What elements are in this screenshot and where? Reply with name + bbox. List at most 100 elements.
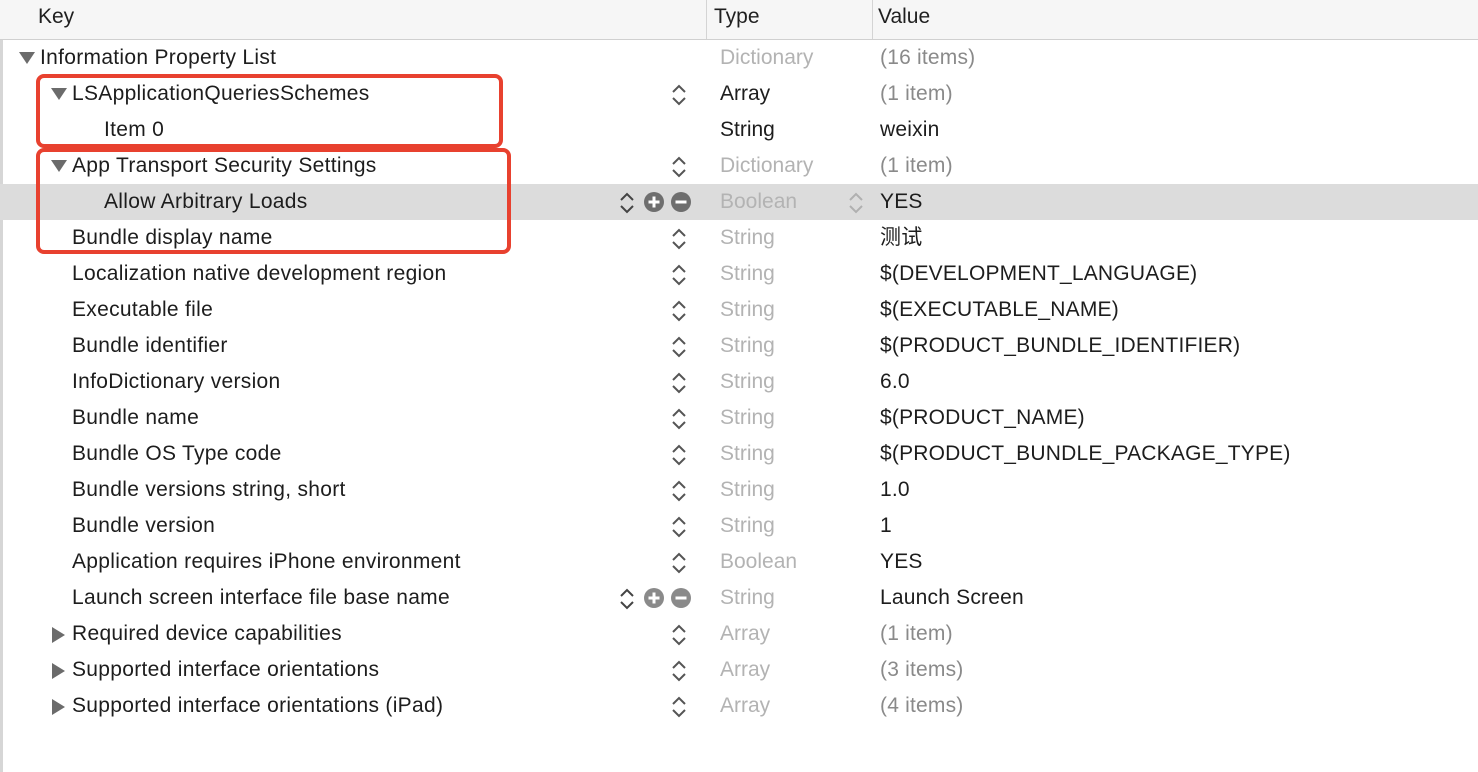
type-stepper-icon[interactable] xyxy=(671,479,687,503)
table-row[interactable]: Launch screen interface file base name S… xyxy=(0,580,1478,616)
type-stepper-icon[interactable] xyxy=(671,335,687,359)
table-row[interactable]: InfoDictionary version String 6.0 xyxy=(0,364,1478,400)
table-row[interactable]: LSApplicationQueriesSchemes Array (1 ite… xyxy=(0,76,1478,112)
row-type[interactable]: String xyxy=(720,112,775,148)
row-value[interactable]: 测试 xyxy=(880,220,922,256)
row-key[interactable]: InfoDictionary version xyxy=(72,364,281,400)
row-type: Boolean xyxy=(720,550,798,573)
type-stepper-icon[interactable] xyxy=(671,299,687,323)
property-list: Information Property List Dictionary (16… xyxy=(0,40,1478,724)
row-key[interactable]: Information Property List xyxy=(40,40,276,76)
type-stepper-icon[interactable] xyxy=(671,551,687,575)
row-value: (4 items) xyxy=(880,694,964,717)
add-row-icon[interactable] xyxy=(644,588,664,608)
table-row[interactable]: Required device capabilities Array (1 it… xyxy=(0,616,1478,652)
row-key[interactable]: LSApplicationQueriesSchemes xyxy=(72,76,370,112)
remove-row-icon[interactable] xyxy=(671,192,691,212)
table-row[interactable]: Application requires iPhone environment … xyxy=(0,544,1478,580)
row-key[interactable]: App Transport Security Settings xyxy=(72,148,377,184)
table-row[interactable]: Localization native development region S… xyxy=(0,256,1478,292)
row-key[interactable]: Item 0 xyxy=(104,112,164,148)
type-column-header[interactable]: Type xyxy=(714,0,760,39)
row-key[interactable]: Application requires iPhone environment xyxy=(72,544,461,580)
type-stepper-icon[interactable] xyxy=(671,227,687,251)
type-stepper-icon[interactable] xyxy=(671,659,687,683)
column-header: Key Type Value xyxy=(0,0,1478,40)
row-type: Array xyxy=(720,694,771,717)
type-stepper-icon[interactable] xyxy=(671,443,687,467)
table-row[interactable]: Bundle name String $(PRODUCT_NAME) xyxy=(0,400,1478,436)
type-stepper-icon[interactable] xyxy=(671,371,687,395)
row-type: String xyxy=(720,226,775,249)
row-key[interactable]: Allow Arbitrary Loads xyxy=(104,184,308,220)
row-value[interactable]: $(EXECUTABLE_NAME) xyxy=(880,292,1119,328)
type-stepper-icon[interactable] xyxy=(671,263,687,287)
row-value[interactable]: weixin xyxy=(880,112,940,148)
row-value[interactable]: 1 xyxy=(880,508,892,544)
disclosure-collapsed-icon[interactable] xyxy=(50,688,68,724)
row-key[interactable]: Bundle identifier xyxy=(72,328,228,364)
disclosure-expanded-icon[interactable] xyxy=(50,148,68,184)
row-key[interactable]: Localization native development region xyxy=(72,256,446,292)
key-column-header[interactable]: Key xyxy=(38,0,74,39)
type-stepper-icon[interactable] xyxy=(671,83,687,107)
table-row[interactable]: Item 0 String weixin xyxy=(0,112,1478,148)
table-row-selected[interactable]: Allow Arbitrary Loads Boolean YES xyxy=(0,184,1478,220)
table-row[interactable]: Bundle versions string, short String 1.0 xyxy=(0,472,1478,508)
table-row[interactable]: Supported interface orientations Array (… xyxy=(0,652,1478,688)
row-type: String xyxy=(720,406,775,429)
type-stepper-icon[interactable] xyxy=(671,695,687,719)
row-key[interactable]: Bundle display name xyxy=(72,220,273,256)
row-key[interactable]: Supported interface orientations xyxy=(72,652,379,688)
type-stepper-icon[interactable] xyxy=(619,191,635,215)
row-type: String xyxy=(720,478,775,501)
type-stepper-icon[interactable] xyxy=(671,623,687,647)
row-type: Array xyxy=(720,622,771,645)
disclosure-expanded-icon[interactable] xyxy=(18,40,36,76)
row-key[interactable]: Supported interface orientations (iPad) xyxy=(72,688,443,724)
row-key[interactable]: Bundle versions string, short xyxy=(72,472,346,508)
row-value: (1 item) xyxy=(880,82,953,105)
row-type: String xyxy=(720,442,775,465)
table-row[interactable]: Supported interface orientations (iPad) … xyxy=(0,688,1478,724)
table-row[interactable]: Information Property List Dictionary (16… xyxy=(0,40,1478,76)
disclosure-collapsed-icon[interactable] xyxy=(50,616,68,652)
type-stepper-icon[interactable] xyxy=(671,155,687,179)
row-value[interactable]: YES xyxy=(880,544,923,580)
row-value[interactable]: $(PRODUCT_BUNDLE_IDENTIFIER) xyxy=(880,328,1240,364)
row-value[interactable]: Launch Screen xyxy=(880,580,1024,616)
row-type: String xyxy=(720,586,775,609)
row-value: (1 item) xyxy=(880,622,953,645)
row-key[interactable]: Bundle name xyxy=(72,400,199,436)
row-type: String xyxy=(720,262,775,285)
type-stepper-icon[interactable] xyxy=(671,407,687,431)
remove-row-icon[interactable] xyxy=(671,588,691,608)
table-row[interactable]: Bundle version String 1 xyxy=(0,508,1478,544)
table-row[interactable]: App Transport Security Settings Dictiona… xyxy=(0,148,1478,184)
row-key[interactable]: Launch screen interface file base name xyxy=(72,580,450,616)
row-key[interactable]: Executable file xyxy=(72,292,213,328)
row-value[interactable]: YES xyxy=(880,184,923,220)
row-key[interactable]: Bundle OS Type code xyxy=(72,436,282,472)
value-stepper-icon[interactable] xyxy=(848,191,864,215)
table-row[interactable]: Bundle display name String 测试 xyxy=(0,220,1478,256)
row-value[interactable]: $(DEVELOPMENT_LANGUAGE) xyxy=(880,256,1197,292)
row-value[interactable]: 1.0 xyxy=(880,472,910,508)
row-value[interactable]: 6.0 xyxy=(880,364,910,400)
column-separator[interactable] xyxy=(706,0,707,39)
row-type[interactable]: Array xyxy=(720,76,770,112)
row-key[interactable]: Bundle version xyxy=(72,508,215,544)
row-value[interactable]: $(PRODUCT_NAME) xyxy=(880,400,1085,436)
value-column-header[interactable]: Value xyxy=(878,0,930,39)
row-value[interactable]: $(PRODUCT_BUNDLE_PACKAGE_TYPE) xyxy=(880,436,1291,472)
disclosure-collapsed-icon[interactable] xyxy=(50,652,68,688)
type-stepper-icon[interactable] xyxy=(619,587,635,611)
table-row[interactable]: Bundle identifier String $(PRODUCT_BUNDL… xyxy=(0,328,1478,364)
type-stepper-icon[interactable] xyxy=(671,515,687,539)
table-row[interactable]: Executable file String $(EXECUTABLE_NAME… xyxy=(0,292,1478,328)
add-row-icon[interactable] xyxy=(644,192,664,212)
disclosure-expanded-icon[interactable] xyxy=(50,76,68,112)
column-separator[interactable] xyxy=(872,0,873,39)
table-row[interactable]: Bundle OS Type code String $(PRODUCT_BUN… xyxy=(0,436,1478,472)
row-key[interactable]: Required device capabilities xyxy=(72,616,342,652)
